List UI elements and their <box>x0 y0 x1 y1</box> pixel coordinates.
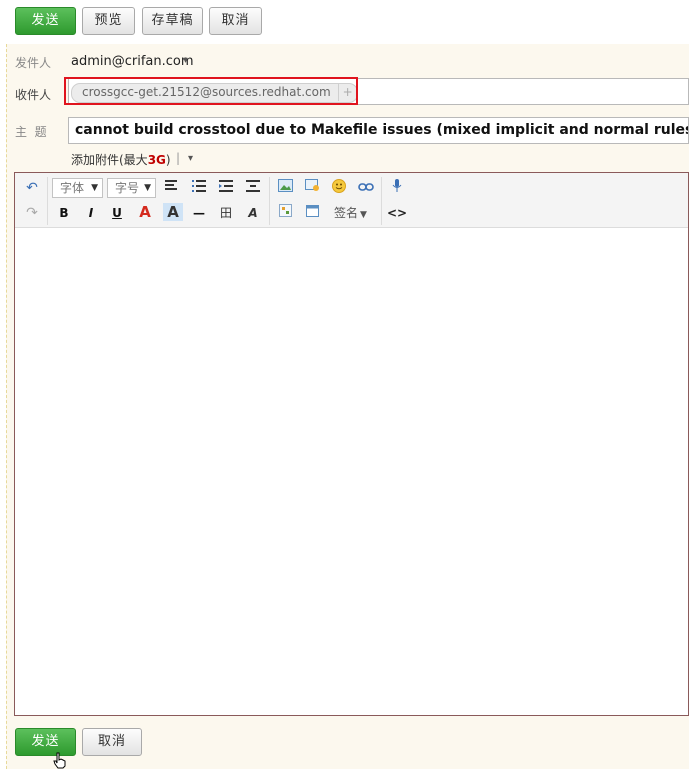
list-icon[interactable] <box>189 179 209 197</box>
signature-button[interactable]: 签名 ▼ <box>334 204 367 221</box>
font-size-select[interactable]: 字号 ▼ <box>107 178 156 198</box>
undo-icon[interactable]: ↶ <box>22 179 42 197</box>
to-label: 收件人 <box>15 88 52 102</box>
underline-icon[interactable]: U <box>107 204 127 222</box>
chevron-down-icon[interactable]: ▾ <box>183 55 188 66</box>
attachment-label: 添加附件(最大 <box>71 153 148 167</box>
emoji-icon[interactable] <box>329 179 349 197</box>
save-draft-button[interactable]: 存草稿 <box>142 7 203 35</box>
chevron-down-icon[interactable]: ▾ <box>188 153 193 164</box>
message-editor[interactable]: ↶ ↷ 字体 ▼ 字号 ▼ B I U A A — 田 A 签名 ▼ <> <box>14 172 689 716</box>
font-select[interactable]: 字体 ▼ <box>52 178 103 198</box>
recipient-highlight-box <box>64 77 358 105</box>
add-attachment-link[interactable]: 添加附件(最大3G) <box>71 151 171 168</box>
chevron-down-icon: ▼ <box>91 183 98 193</box>
subject-input[interactable]: cannot build crosstool due to Makefile i… <box>68 117 689 144</box>
redo-icon[interactable]: ↷ <box>22 204 42 222</box>
hand-cursor-icon <box>53 752 67 773</box>
horizontal-rule-icon[interactable]: — <box>189 204 209 222</box>
table-icon[interactable]: 田 <box>216 204 236 222</box>
subject-label: 主 题 <box>15 125 47 139</box>
line-height-icon[interactable] <box>243 179 263 197</box>
cancel-button-bottom[interactable]: 取消 <box>82 728 142 756</box>
toolbar-divider <box>47 177 48 225</box>
font-select-label: 字体 <box>60 181 85 195</box>
background-color-icon[interactable]: A <box>163 203 183 221</box>
source-code-icon[interactable]: <> <box>387 204 407 222</box>
link-icon[interactable] <box>356 179 376 197</box>
attachment-size: 3G <box>147 153 166 167</box>
chevron-down-icon: ▼ <box>144 183 151 193</box>
send-button-top[interactable]: 发送 <box>15 7 76 35</box>
align-left-icon[interactable] <box>162 179 182 197</box>
editor-toolbar: ↶ ↷ 字体 ▼ 字号 ▼ B I U A A — 田 A 签名 ▼ <> <box>15 173 688 228</box>
cancel-button-top[interactable]: 取消 <box>209 7 262 35</box>
indent-icon[interactable] <box>216 179 236 197</box>
calendar-icon[interactable] <box>302 204 322 222</box>
attachment-icon[interactable] <box>275 204 295 222</box>
bold-icon[interactable]: B <box>54 204 74 222</box>
italic-icon[interactable]: I <box>81 204 101 222</box>
attachment-close-paren: ) <box>165 153 171 167</box>
font-color-icon[interactable]: A <box>135 203 155 221</box>
font-size-select-label: 字号 <box>115 181 140 195</box>
preview-button[interactable]: 预览 <box>82 7 135 35</box>
image-icon[interactable] <box>275 179 295 197</box>
chevron-down-icon: ▼ <box>360 210 367 220</box>
attachment-separator: | <box>176 151 181 165</box>
toolbar-divider <box>381 177 382 225</box>
from-address[interactable]: admin@crifan.com <box>71 54 194 69</box>
signature-label: 签名 <box>334 206 359 220</box>
screenshot-icon[interactable] <box>302 179 322 197</box>
from-label: 发件人 <box>15 56 52 70</box>
clear-format-icon[interactable]: A <box>243 204 263 222</box>
microphone-icon[interactable] <box>387 179 407 197</box>
toolbar-divider <box>269 177 270 225</box>
